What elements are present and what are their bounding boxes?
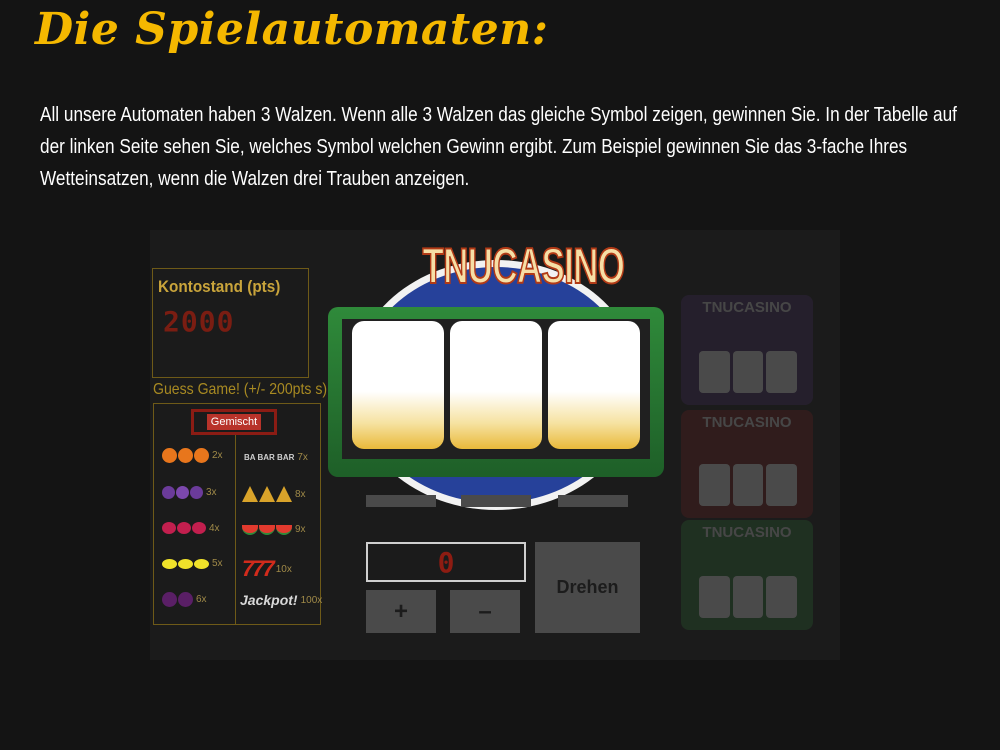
multiplier: 3x (206, 487, 217, 498)
multiplier: 100x (300, 594, 323, 606)
balance-panel: Kontostand (pts) 2000 (152, 268, 309, 378)
paytable-row-bar: BA BAR BAR 7x (244, 452, 308, 463)
guess-game-label: Guess Game! (+/- 200pts s) (153, 381, 328, 398)
increase-bet-button[interactable]: + (366, 590, 436, 633)
mode-button[interactable]: Gemischt (191, 409, 277, 435)
theme-thumbnail-3[interactable]: TNUCASINO (681, 520, 813, 630)
reel-3 (548, 321, 640, 449)
multiplier: 6x (196, 594, 207, 605)
paytable-row-lemon: 5x (162, 558, 223, 569)
paytable-row-bell: 8x (242, 486, 306, 502)
paytable: Gemischt 2x 3x 4x 5x 6x BA BAR BAR 7x 8x… (153, 403, 322, 625)
reel-window (342, 319, 650, 459)
paytable-row-orange: 2x (162, 448, 223, 463)
jackpot-icon: Jackpot! (240, 592, 298, 608)
paytable-divider (235, 419, 236, 624)
multiplier: 7x (297, 452, 308, 463)
multiplier: 2x (212, 450, 223, 461)
multiplier: 9x (295, 524, 306, 535)
thumbnail-logo: TNUCASINO (702, 524, 792, 541)
seven-icon: 777 (242, 556, 275, 581)
thumbnail-reels (699, 464, 798, 506)
balance-value: 2000 (163, 305, 235, 338)
bell-icon (242, 486, 292, 502)
multiplier: 10x (275, 563, 292, 575)
paytable-row-plum: 6x (162, 592, 207, 607)
bar-icon: BA BAR BAR (244, 453, 295, 462)
watermelon-icon (242, 524, 292, 535)
multiplier: 4x (209, 522, 220, 534)
thumbnail-logo: TNUCASINO (702, 414, 792, 431)
page-title: Die Spielautomaten: (35, 4, 549, 55)
grapes-icon (162, 486, 203, 499)
paytable-row-seven: 777 10x (242, 556, 292, 582)
spin-button[interactable]: Drehen (535, 542, 640, 633)
mode-button-label: Gemischt (206, 414, 262, 430)
lemon-icon (162, 558, 209, 569)
orange-icon (162, 448, 209, 463)
thumbnail-reels (699, 576, 798, 618)
multiplier: 8x (295, 488, 306, 500)
reel-frame (328, 307, 664, 477)
paytable-row-watermelon: 9x (242, 524, 306, 535)
theme-thumbnail-2[interactable]: TNUCASINO (681, 410, 813, 518)
multiplier: 5x (212, 558, 223, 569)
reels-area: TNUCASINO (326, 230, 668, 515)
reel-1 (352, 321, 444, 449)
slot-machine: Kontostand (pts) 2000 Guess Game! (+/- 2… (150, 230, 840, 660)
paytable-row-jackpot: Jackpot! 100x (240, 592, 322, 608)
theme-thumbnail-1[interactable]: TNUCASINO (681, 295, 813, 405)
intro-text: All unsere Automaten haben 3 Walzen. Wen… (40, 104, 957, 190)
reel-base (366, 495, 628, 509)
cherry-icon (162, 522, 206, 534)
paytable-row-cherry: 4x (162, 522, 220, 534)
casino-logo: TNUCASINO (422, 237, 626, 295)
reel-2 (450, 321, 542, 449)
decrease-bet-button[interactable]: – (450, 590, 520, 633)
thumbnail-logo: TNUCASINO (702, 299, 792, 316)
bet-display: 0 (366, 542, 526, 582)
plum-icon (162, 592, 193, 607)
balance-label: Kontostand (pts) (158, 277, 281, 296)
paytable-row-grapes: 3x (162, 486, 217, 499)
thumbnail-reels (699, 351, 798, 393)
